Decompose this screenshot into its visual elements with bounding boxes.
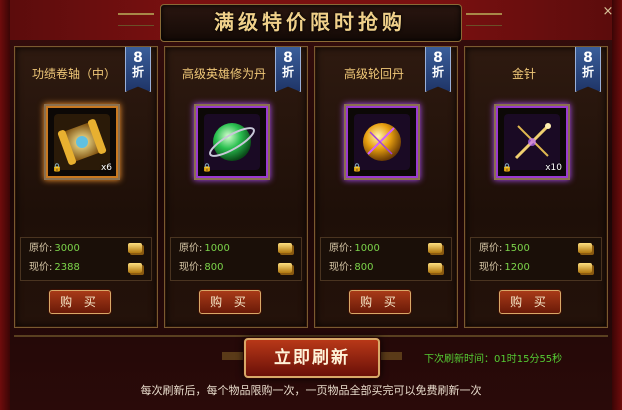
gold-ingot-icon: [428, 243, 442, 253]
discount-badge: 8 折: [575, 47, 601, 92]
item-name: 金针: [511, 67, 536, 81]
item-name: 功绩卷轴（中）: [31, 67, 116, 81]
current-price-row: 现价: 800: [329, 262, 374, 273]
original-price-row: 原价: 1000: [329, 243, 380, 254]
original-price-row: 原价: 1500: [479, 243, 530, 254]
golden-needle-icon: [504, 114, 560, 170]
refresh-note: 每次刷新后，每个物品限购一次，一页物品全部买完可以免费刷新一次: [140, 384, 482, 397]
gold-ingot-icon: [278, 243, 292, 253]
buy-button[interactable]: 购 买: [199, 290, 261, 314]
item-quantity: x10: [545, 163, 562, 173]
discount-char: 折: [581, 65, 594, 79]
price-box: 原价: 1000 现价: 800: [320, 237, 452, 281]
price-box: 原价: 3000 现价: 2388: [20, 237, 152, 281]
discount-number: 8: [133, 50, 143, 66]
original-price: 1000: [204, 243, 230, 254]
current-price-row: 现价: 1200: [479, 262, 530, 273]
original-price: 1500: [504, 243, 530, 254]
discount-char: 折: [431, 65, 444, 79]
close-icon[interactable]: ×: [600, 4, 616, 20]
lock-icon: 🔒: [202, 163, 212, 172]
scroll-icon: [54, 114, 110, 170]
gold-ingot-icon: [128, 243, 142, 253]
current-price: 2388: [54, 262, 80, 273]
lock-icon: 🔒: [502, 163, 512, 172]
current-price-row: 现价: 800: [179, 262, 224, 273]
title-flourish-left: [118, 13, 154, 26]
original-price-row: 原价: 1000: [179, 243, 230, 254]
green-orb-icon: [204, 114, 260, 170]
gold-ingot-icon: [428, 263, 442, 273]
current-price: 800: [204, 262, 224, 273]
price-box: 原价: 1500 现价: 1200: [470, 237, 602, 281]
golden-orb-icon: [354, 114, 410, 170]
discount-char: 折: [131, 65, 144, 79]
buy-button[interactable]: 购 买: [349, 290, 411, 314]
original-price: 3000: [54, 243, 80, 254]
flash-sale-panel: × 满级特价限时抢购 功绩卷轴（中） 8 折 🔒 x6 原价: 3000 现价: 2: [0, 0, 622, 410]
title-flourish-right: [466, 13, 502, 26]
item-quantity: x6: [100, 163, 112, 173]
original-price: 1000: [354, 243, 380, 254]
gold-ingot-icon: [578, 243, 592, 253]
current-price-row: 现价: 2388: [29, 262, 80, 273]
gold-ingot-icon: [278, 263, 292, 273]
refresh-wing-left: [222, 352, 246, 360]
item-slot[interactable]: 🔒: [194, 104, 270, 180]
buy-button[interactable]: 购 买: [499, 290, 561, 314]
discount-number: 8: [583, 50, 593, 66]
discount-number: 8: [283, 50, 293, 66]
item-slot[interactable]: 🔒 x10: [494, 104, 570, 180]
discount-badge: 8 折: [425, 47, 451, 92]
lock-icon: 🔒: [52, 163, 62, 172]
divider: [14, 335, 608, 337]
refresh-now-button[interactable]: 立即刷新: [244, 338, 380, 378]
lock-icon: 🔒: [352, 163, 362, 172]
item-slot[interactable]: 🔒: [344, 104, 420, 180]
gold-ingot-icon: [578, 263, 592, 273]
discount-badge: 8 折: [275, 47, 301, 92]
refresh-timer: 下次刷新时间：01时15分55秒: [424, 354, 563, 365]
price-box: 原价: 1000 现价: 800: [170, 237, 302, 281]
item-card-1: 功绩卷轴（中） 8 折 🔒 x6 原价: 3000 现价: 2388 购 买: [14, 46, 158, 328]
item-name: 高级轮回丹: [343, 67, 404, 81]
item-name: 高级英雄修为丹: [181, 67, 266, 81]
left-curtain: [0, 0, 10, 410]
buy-button[interactable]: 购 买: [49, 290, 111, 314]
current-price: 1200: [504, 262, 530, 273]
item-slot[interactable]: 🔒 x6: [44, 104, 120, 180]
discount-number: 8: [433, 50, 443, 66]
gold-ingot-icon: [128, 263, 142, 273]
current-price: 800: [354, 262, 374, 273]
right-curtain: [612, 0, 622, 410]
original-price-row: 原价: 3000: [29, 243, 80, 254]
item-card-3: 高级轮回丹 8 折 🔒 原价: 1000 现价: 800 购 买: [314, 46, 458, 328]
discount-char: 折: [281, 65, 294, 79]
item-card-4: 金针 8 折 🔒 x10 原价: 1500 现价: 1200 购 买: [464, 46, 608, 328]
item-card-2: 高级英雄修为丹 8 折 🔒 原价: 1000 现价: 800 购 买: [164, 46, 308, 328]
refresh-wing-right: [378, 352, 402, 360]
page-title: 满级特价限时抢购: [214, 10, 406, 34]
discount-badge: 8 折: [125, 47, 151, 92]
